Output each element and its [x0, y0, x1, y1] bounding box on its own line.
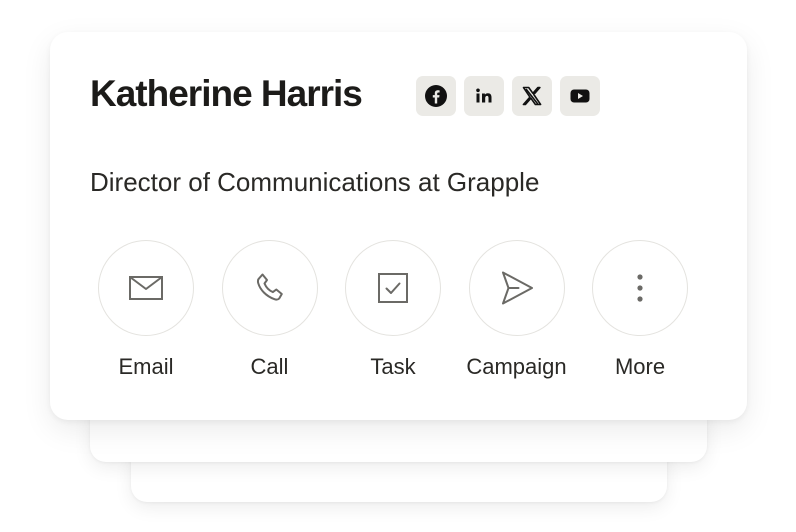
email-action-button[interactable]: Email	[98, 240, 194, 380]
job-title: Director of Communications at Grapple	[90, 167, 540, 197]
more-action-circle[interactable]	[592, 240, 688, 336]
phone-icon	[256, 273, 283, 301]
email-action-circle[interactable]	[98, 240, 194, 336]
task-action-circle[interactable]	[345, 240, 441, 336]
email-action-label: Email	[118, 354, 174, 379]
task-action-label: Task	[370, 354, 416, 379]
youtube-button[interactable]	[560, 76, 600, 116]
quick-actions: Email Call Task Campaign More	[98, 240, 688, 380]
linkedin-button[interactable]	[464, 76, 504, 116]
campaign-action-circle[interactable]	[468, 240, 565, 336]
social-links	[416, 76, 600, 116]
more-action-label: More	[614, 354, 666, 379]
facebook-icon	[425, 85, 447, 107]
contact-card: Katherine Harris Director of Communicati…	[50, 32, 747, 420]
checkbox-icon	[378, 273, 408, 303]
facebook-button[interactable]	[416, 76, 456, 116]
envelope-icon	[129, 276, 163, 300]
contact-card-stack: Katherine Harris Director of Communicati…	[0, 0, 796, 532]
campaign-action-label: Campaign	[466, 354, 567, 379]
x-button[interactable]	[512, 76, 552, 116]
youtube-icon	[570, 89, 590, 103]
more-action-button[interactable]: More	[592, 240, 688, 380]
more-vertical-icon	[637, 274, 643, 302]
task-action-button[interactable]: Task	[345, 240, 441, 380]
call-action-circle[interactable]	[221, 240, 318, 336]
send-icon	[501, 271, 533, 305]
contact-name: Katherine Harris	[90, 73, 363, 114]
x-icon	[522, 86, 542, 106]
linkedin-icon	[476, 88, 492, 103]
call-action-button[interactable]: Call	[221, 240, 318, 380]
campaign-action-button[interactable]: Campaign	[466, 240, 567, 380]
call-action-label: Call	[250, 354, 289, 379]
